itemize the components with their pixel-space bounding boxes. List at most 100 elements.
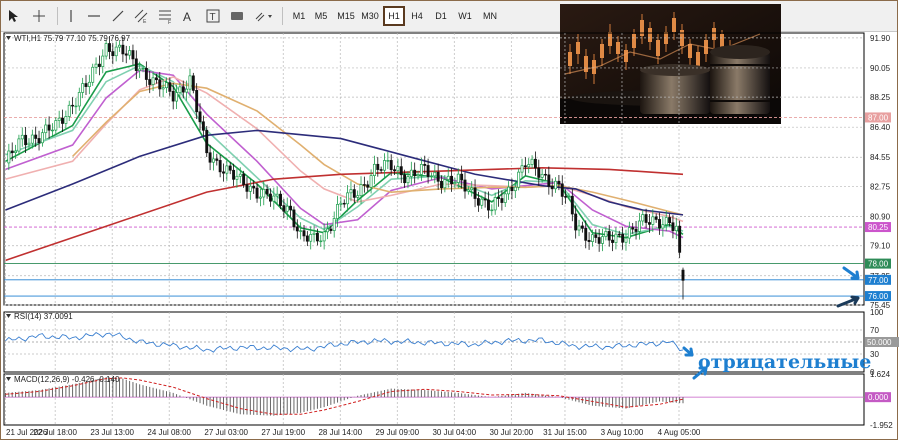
candle-body <box>191 75 195 91</box>
candle-body <box>648 222 651 225</box>
candle-body <box>111 51 115 57</box>
candle-body <box>487 199 490 211</box>
candle-body <box>61 117 64 124</box>
candle-body <box>208 152 212 163</box>
candle-body <box>332 218 336 231</box>
candle-body <box>275 193 279 197</box>
dropdown-arrow-icon <box>6 314 11 318</box>
candle-body <box>30 134 34 144</box>
candle-body <box>631 227 635 230</box>
candle-body <box>161 87 165 90</box>
candle-body <box>242 173 246 185</box>
candle-body <box>114 46 118 57</box>
candle-body <box>550 185 554 190</box>
candle-body <box>607 231 611 241</box>
y-tick-label: 88.25 <box>870 93 891 102</box>
candle-body <box>450 175 454 185</box>
candle-body <box>34 134 38 139</box>
candle-body <box>305 235 309 242</box>
y-tick-label: 91.90 <box>870 34 891 43</box>
candle-body <box>476 198 480 206</box>
candle-body <box>279 193 282 206</box>
candle-body <box>265 188 269 195</box>
candle-body <box>141 67 145 70</box>
candle-body <box>440 180 443 189</box>
candle-body <box>470 187 474 191</box>
candle-body <box>540 173 544 178</box>
candle-body <box>523 165 527 168</box>
candle-body <box>681 269 685 281</box>
candle-body <box>614 233 618 243</box>
dropdown-arrow-icon <box>6 36 11 40</box>
candle-body <box>24 134 28 146</box>
candle-body <box>342 202 346 205</box>
candle-body <box>527 164 531 168</box>
candle-body <box>611 239 615 243</box>
candle-body <box>503 193 507 203</box>
x-tick-label: 28 Jul 14:00 <box>318 428 362 437</box>
candle-body <box>651 216 655 225</box>
candle-body <box>101 55 105 67</box>
macd-y-tick-label: -1.952 <box>870 421 893 430</box>
candle-body <box>624 237 628 243</box>
candle-body <box>20 134 24 140</box>
candle-body <box>185 88 189 93</box>
candle-body <box>10 150 14 153</box>
candle-body <box>40 132 44 144</box>
x-tick-label: 27 Jul 03:00 <box>204 428 248 437</box>
candle-body <box>104 43 108 57</box>
candle-body <box>587 239 591 242</box>
rsi-y-tick-label: 70 <box>870 326 879 335</box>
x-tick-label: 29 Jul 09:00 <box>375 428 419 437</box>
candle-body <box>17 138 21 152</box>
candle-body <box>295 226 299 232</box>
y-tick-label: 84.55 <box>870 153 891 162</box>
candle-body <box>248 185 252 192</box>
candle-body <box>238 173 242 177</box>
candle-body <box>403 174 407 184</box>
candle-body <box>483 198 487 201</box>
candle-body <box>393 169 397 172</box>
candle-body <box>128 50 132 56</box>
candle-body <box>195 90 199 113</box>
chart-title: WTI,H1 75.79 77.10 75.79 76.97 <box>14 34 131 43</box>
candle-body <box>661 224 665 229</box>
candle-body <box>138 68 142 71</box>
rsi-y-tick-label: 50.000 <box>867 338 892 347</box>
chart-area: 91.90 90.05 88.25 86.40 84.55 82.75 80.90 79.10… <box>3 32 899 437</box>
candle-body <box>148 79 152 85</box>
macd-y-tick-label: 0.000 <box>868 393 889 402</box>
candle-body <box>54 120 58 131</box>
candle-body <box>537 167 541 178</box>
panel-frame-3 <box>3 373 865 426</box>
candle-body <box>312 232 316 235</box>
candle-body <box>349 189 353 194</box>
candle-body <box>252 185 256 189</box>
candle-body <box>121 44 125 55</box>
candle-body <box>507 186 511 195</box>
candle-body <box>547 174 551 187</box>
candle-body <box>81 83 85 93</box>
candle-body <box>580 225 584 229</box>
candle-body <box>131 50 135 60</box>
candle-body <box>44 124 48 134</box>
candle-body <box>87 81 91 87</box>
y-tick-label: 82.75 <box>870 182 891 191</box>
candle-body <box>215 158 219 161</box>
candle-body <box>570 195 574 215</box>
y-tick-label: 79.10 <box>870 242 891 251</box>
candle-body <box>329 228 333 231</box>
candle-body <box>134 58 138 71</box>
candle-body <box>637 220 641 232</box>
candle-body <box>510 186 514 192</box>
candle-body <box>97 63 101 67</box>
candle-body <box>205 129 209 154</box>
candle-body <box>302 230 306 237</box>
candle-body <box>262 188 266 198</box>
x-tick-label: 22 Jul 18:00 <box>33 428 77 437</box>
candle-body <box>560 183 564 197</box>
candle-body <box>419 163 423 175</box>
candle-body <box>178 86 182 93</box>
candle-body <box>627 227 631 239</box>
candle-body <box>604 231 608 237</box>
